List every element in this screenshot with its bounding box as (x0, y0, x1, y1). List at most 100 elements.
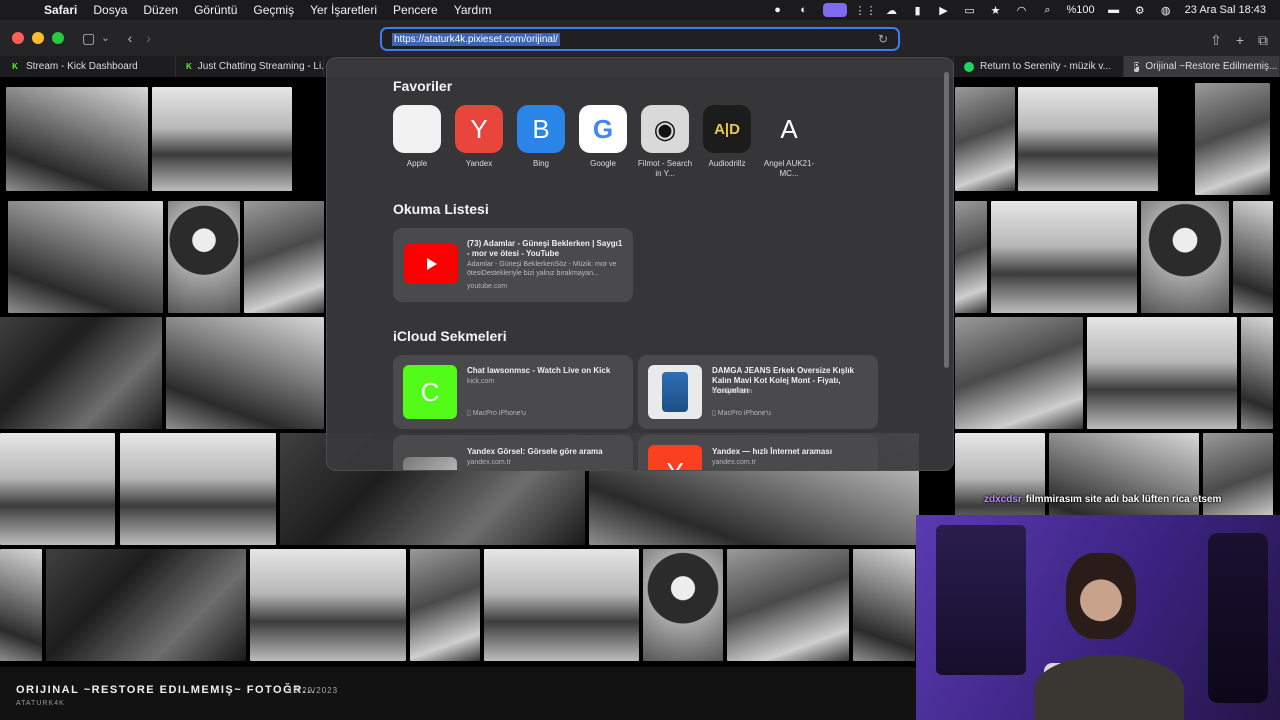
gallery-photo[interactable] (1141, 201, 1229, 313)
gallery-photo[interactable] (6, 87, 148, 191)
screen-share-icon[interactable] (822, 3, 847, 17)
favorite-label: Yandex (465, 159, 493, 168)
siri-icon[interactable]: ◍ (1159, 4, 1173, 17)
gallery-photo[interactable] (853, 549, 915, 661)
icloud-tab-item[interactable]: Y Yandex — hızlı İnternet araması yandex… (638, 435, 878, 470)
menu-item-help[interactable]: Yardım (446, 3, 500, 17)
address-bar[interactable]: https://ataturk4k.pixieset.com/orijinal/… (380, 27, 900, 51)
gallery-photo[interactable] (168, 201, 240, 313)
cloud-icon[interactable]: ☁ (885, 4, 899, 17)
address-url[interactable]: https://ataturk4k.pixieset.com/orijinal/ (392, 32, 560, 46)
battery-percent[interactable]: %100 (1067, 4, 1095, 16)
tab-label: Orijinal ~Restore Edilmemiş... (1145, 61, 1278, 72)
control-center-icon[interactable]: ⚙ (1133, 4, 1147, 17)
favorite-label: Apple (406, 159, 428, 168)
battery-icon[interactable]: ▬ (1107, 4, 1121, 16)
browser-toolbar: ▢ ⌄ ‹ › https://ataturk4k.pixieset.com/o… (0, 20, 1280, 56)
gallery-photo[interactable] (120, 433, 276, 545)
gallery-photo[interactable] (1241, 317, 1273, 429)
favorite-label: Google (590, 159, 616, 168)
tab-kick-dashboard[interactable]: K Stream - Kick Dashboard (0, 56, 176, 77)
gallery-photo[interactable] (1087, 317, 1237, 429)
gallery-photo[interactable] (955, 201, 987, 313)
forward-button[interactable]: › (146, 26, 151, 50)
icloud-tabs-heading: iCloud Sekmeleri (393, 328, 507, 344)
close-window-button[interactable] (12, 32, 24, 44)
share-icon[interactable]: ⇧ (1210, 28, 1222, 52)
icloud-tab-item[interactable]: DAMGA JEANS Erkek Oversize Kışlık Kalın … (638, 355, 878, 429)
pixieset-icon: P (1134, 61, 1140, 72)
zoom-window-button[interactable] (52, 32, 64, 44)
icloud-tab-item[interactable]: C Chat lawsonmsc - Watch Live on Kick ki… (393, 355, 633, 429)
favorite-bing[interactable]: B Bing (511, 105, 571, 169)
gallery-photo[interactable] (484, 549, 639, 661)
sidebar-toggle-icon[interactable]: ▢ (82, 26, 95, 50)
gallery-photo[interactable] (410, 549, 480, 661)
grid-icon[interactable]: ⋮⋮ (855, 4, 877, 17)
yandex-images-thumbnail (403, 457, 457, 470)
reload-icon[interactable]: ↻ (878, 32, 888, 46)
menu-item-window[interactable]: Pencere (385, 3, 446, 17)
jacket-thumbnail (648, 365, 702, 419)
tab-just-chatting[interactable]: K Just Chatting Streaming - Li... (176, 56, 324, 77)
gallery-photo[interactable] (727, 549, 849, 661)
gallery-photo[interactable] (8, 201, 163, 313)
menu-item-bookmarks[interactable]: Yer İşaretleri (302, 3, 385, 17)
gallery-photo[interactable] (152, 87, 292, 191)
menu-item-file[interactable]: Dosya (85, 3, 135, 17)
menu-item-edit[interactable]: Düzen (135, 3, 186, 17)
gallery-photo[interactable] (955, 87, 1015, 191)
tab-orijinal[interactable]: P Orijinal ~Restore Edilmemiş... (1124, 56, 1280, 77)
menu-clock[interactable]: 23 Ara Sal 18:43 (1185, 4, 1266, 16)
favorite-apple[interactable]: Apple (387, 105, 447, 169)
gallery-photo[interactable] (955, 317, 1083, 429)
icloud-tab-url: yandex.com.tr (712, 459, 756, 466)
favorite-audiodrillz[interactable]: A|D Audiodrillz (697, 105, 757, 169)
extension-icon[interactable]: ◐ (797, 4, 811, 16)
tab-return-to-serenity[interactable]: Return to Serenity - müzik v... (954, 56, 1124, 77)
menu-item-history[interactable]: Geçmiş (245, 3, 302, 17)
play-icon[interactable]: ▶ (937, 4, 951, 17)
display-icon[interactable]: ▭ (963, 4, 977, 17)
gallery-photo[interactable] (244, 201, 324, 313)
back-button[interactable]: ‹ (128, 26, 133, 50)
gallery-photo[interactable] (250, 549, 406, 661)
menu-app-name[interactable]: Safari (36, 3, 85, 17)
search-icon[interactable]: ⌕ (1041, 4, 1055, 16)
tab-overview-icon[interactable]: ⧉ (1258, 28, 1268, 52)
icloud-tab-device: ▯ MacPro iPhone'u (712, 410, 771, 417)
wifi-icon[interactable]: ◠ (1015, 4, 1029, 17)
favorite-yandex[interactable]: Y Yandex (449, 105, 509, 169)
record-status-icon[interactable]: ● (771, 4, 785, 16)
gallery-photo[interactable] (643, 549, 723, 661)
gallery-photo[interactable] (0, 433, 115, 545)
icloud-tab-url: trendyol.com (712, 388, 753, 395)
webcam-overlay (916, 515, 1280, 720)
gallery-photo[interactable] (1018, 87, 1158, 191)
gallery-photo[interactable] (0, 317, 162, 429)
minimize-window-button[interactable] (32, 32, 44, 44)
gallery-photo[interactable] (1195, 83, 1270, 195)
favorite-angel[interactable]: A Angel AUK21-MC... (759, 105, 819, 179)
gallery-photo[interactable] (0, 549, 42, 661)
icloud-tab-item[interactable]: Yandex Görsel: Görsele göre arama yandex… (393, 435, 633, 470)
gallery-photo[interactable] (46, 549, 246, 661)
gallery-photo[interactable] (166, 317, 324, 429)
new-tab-button[interactable]: + (1236, 28, 1244, 52)
favorite-label: Angel AUK21-MC... (763, 159, 815, 178)
shelf-background (936, 525, 1026, 675)
favorite-filmot[interactable]: ◉ Filmot - Search in Y... (635, 105, 695, 179)
gallery-photo[interactable] (1233, 201, 1273, 313)
google-icon: G (579, 105, 627, 153)
menu-item-view[interactable]: Görüntü (186, 3, 245, 17)
favorite-google[interactable]: G Google (573, 105, 633, 169)
chevron-down-icon[interactable]: ⌄ (101, 26, 109, 50)
reading-list-item[interactable]: (73) Adamlar - Güneşi Beklerken | Saygı1… (393, 228, 633, 302)
favorite-label: Audiodrillz (708, 159, 746, 168)
star-icon[interactable]: ★ (989, 4, 1003, 17)
dropdown-scrollbar[interactable] (944, 72, 949, 368)
gallery-photo[interactable] (991, 201, 1137, 313)
document-icon[interactable]: ▮ (911, 4, 925, 17)
angel-icon: A (780, 113, 798, 144)
device-name: MacPro iPhone'u (717, 410, 771, 417)
